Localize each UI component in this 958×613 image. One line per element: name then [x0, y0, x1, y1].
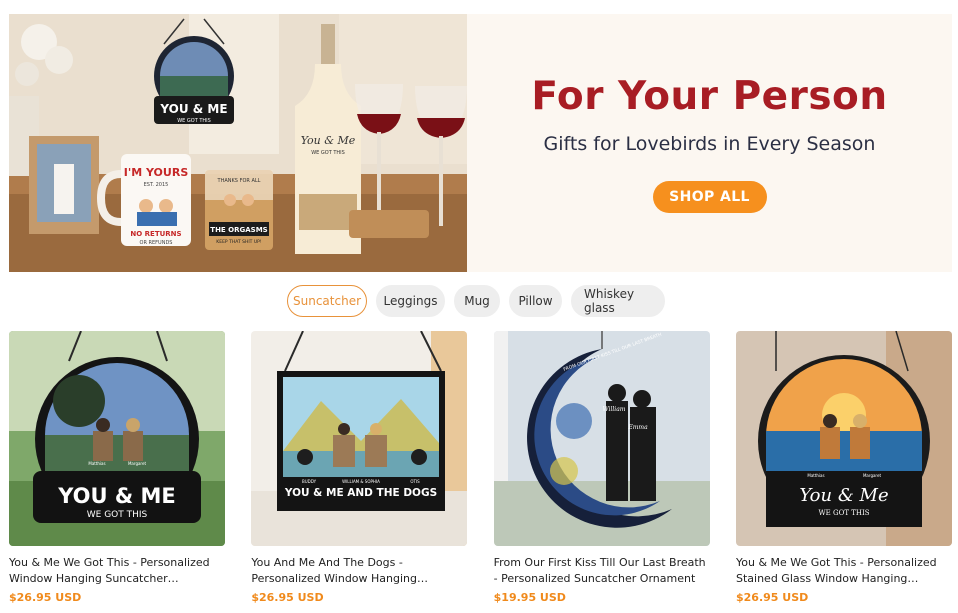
hero-text-panel: For Your Person Gifts for Lovebirds in E… [467, 14, 952, 272]
product-title[interactable]: You And Me And The Dogs - Personalized W… [251, 555, 467, 587]
product-4-name-2: Margaret [863, 473, 881, 478]
category-filter-bar: Suncatcher Leggings Mug Pillow Whiskey g… [287, 285, 665, 317]
hero-ornament-text: YOU & ME [159, 102, 227, 116]
product-2-name-3: OTIS [411, 479, 421, 484]
filter-chip-mug[interactable]: Mug [454, 285, 500, 317]
hero-illustration: YOU & ME WE GOT THIS I'M YOURS EST. 2015… [9, 14, 467, 272]
hero-image[interactable]: YOU & ME WE GOT THIS I'M YOURS EST. 2015… [9, 14, 467, 272]
product-image[interactable]: You & Me WE GOT THIS Matthias Margaret [735, 331, 952, 546]
product-1-image-main: YOU & ME [57, 484, 176, 508]
glass-text-1: THANKS FOR ALL [217, 178, 261, 184]
hero-ornament-subtext: WE GOT THIS [177, 118, 211, 124]
product-3-name-2: Emma [627, 424, 648, 431]
filter-chip-pillow[interactable]: Pillow [509, 285, 562, 317]
product-card[interactable]: You & Me WE GOT THIS Matthias Margaret Y… [735, 331, 952, 604]
product-image[interactable]: YOU & ME AND THE DOGS BUDDY WILLIAM & SO… [251, 331, 468, 546]
product-title[interactable]: From Our First Kiss Till Our Last Breath… [494, 555, 710, 587]
product-4-image-main: You & Me [799, 485, 888, 506]
product-4-name-1: Matthias [807, 473, 824, 478]
mug-text-1: I'M YOURS [124, 166, 189, 179]
product-illustration: You & Me WE GOT THIS Matthias Margaret [735, 331, 952, 546]
filter-chip-suncatcher[interactable]: Suncatcher [287, 285, 367, 317]
product-title[interactable]: You & Me We Got This - Personalized Wind… [9, 555, 225, 587]
mug-text-3: NO RETURNS [130, 230, 181, 238]
hero-subtitle: Gifts for Lovebirds in Every Season [543, 132, 876, 155]
product-1-name-1: Matthias [88, 461, 105, 466]
product-2-name-2: WILLIAM & SOPHIA [343, 479, 381, 484]
filter-chip-whiskey-glass[interactable]: Whiskey glass [571, 285, 665, 317]
mug-text-4: OR REFUNDS [140, 240, 173, 246]
product-2-name-1: BUDDY [302, 479, 317, 484]
product-card[interactable]: YOU & ME AND THE DOGS BUDDY WILLIAM & SO… [251, 331, 468, 604]
glass-text-3: KEEP THAT SHIT UP! [216, 239, 262, 245]
hero-banner: YOU & ME WE GOT THIS I'M YOURS EST. 2015… [9, 14, 952, 272]
product-3-name-1: William [602, 406, 625, 413]
product-4-image-sub: WE GOT THIS [818, 509, 869, 517]
product-price: $26.95 USD [9, 591, 82, 604]
shop-all-button[interactable]: SHOP ALL [652, 180, 767, 213]
product-1-name-2: Margaret [128, 461, 146, 466]
product-price: $26.95 USD [251, 591, 324, 604]
filter-chip-leggings[interactable]: Leggings [376, 285, 445, 317]
product-grid: YOU & ME WE GOT THIS Matthias Margaret Y… [9, 331, 952, 604]
bottle-text-2: WE GOT THIS [311, 150, 345, 156]
product-price: $26.95 USD [735, 591, 809, 604]
product-illustration: William Emma FROM OUR FIRST KISS TILL OU… [493, 331, 710, 546]
product-image[interactable]: YOU & ME WE GOT THIS Matthias Margaret [9, 331, 225, 546]
product-1-image-sub: WE GOT THIS [87, 510, 148, 520]
product-illustration: YOU & ME AND THE DOGS BUDDY WILLIAM & SO… [251, 331, 468, 546]
hero-title: For Your Person [531, 73, 888, 119]
product-price: $19.95 USD [493, 591, 566, 604]
glass-text-2: THE ORGASMS [210, 226, 267, 234]
product-2-image-main: YOU & ME AND THE DOGS [284, 487, 437, 499]
product-title[interactable]: You & Me We Got This - Personalized Stai… [736, 555, 952, 587]
bottle-text-1: You & Me [301, 134, 356, 147]
product-card[interactable]: YOU & ME WE GOT THIS Matthias Margaret Y… [9, 331, 225, 604]
product-illustration: YOU & ME WE GOT THIS Matthias Margaret [9, 331, 225, 546]
product-image[interactable]: William Emma FROM OUR FIRST KISS TILL OU… [493, 331, 710, 546]
product-card[interactable]: William Emma FROM OUR FIRST KISS TILL OU… [493, 331, 710, 604]
mug-text-2: EST. 2015 [144, 182, 169, 188]
